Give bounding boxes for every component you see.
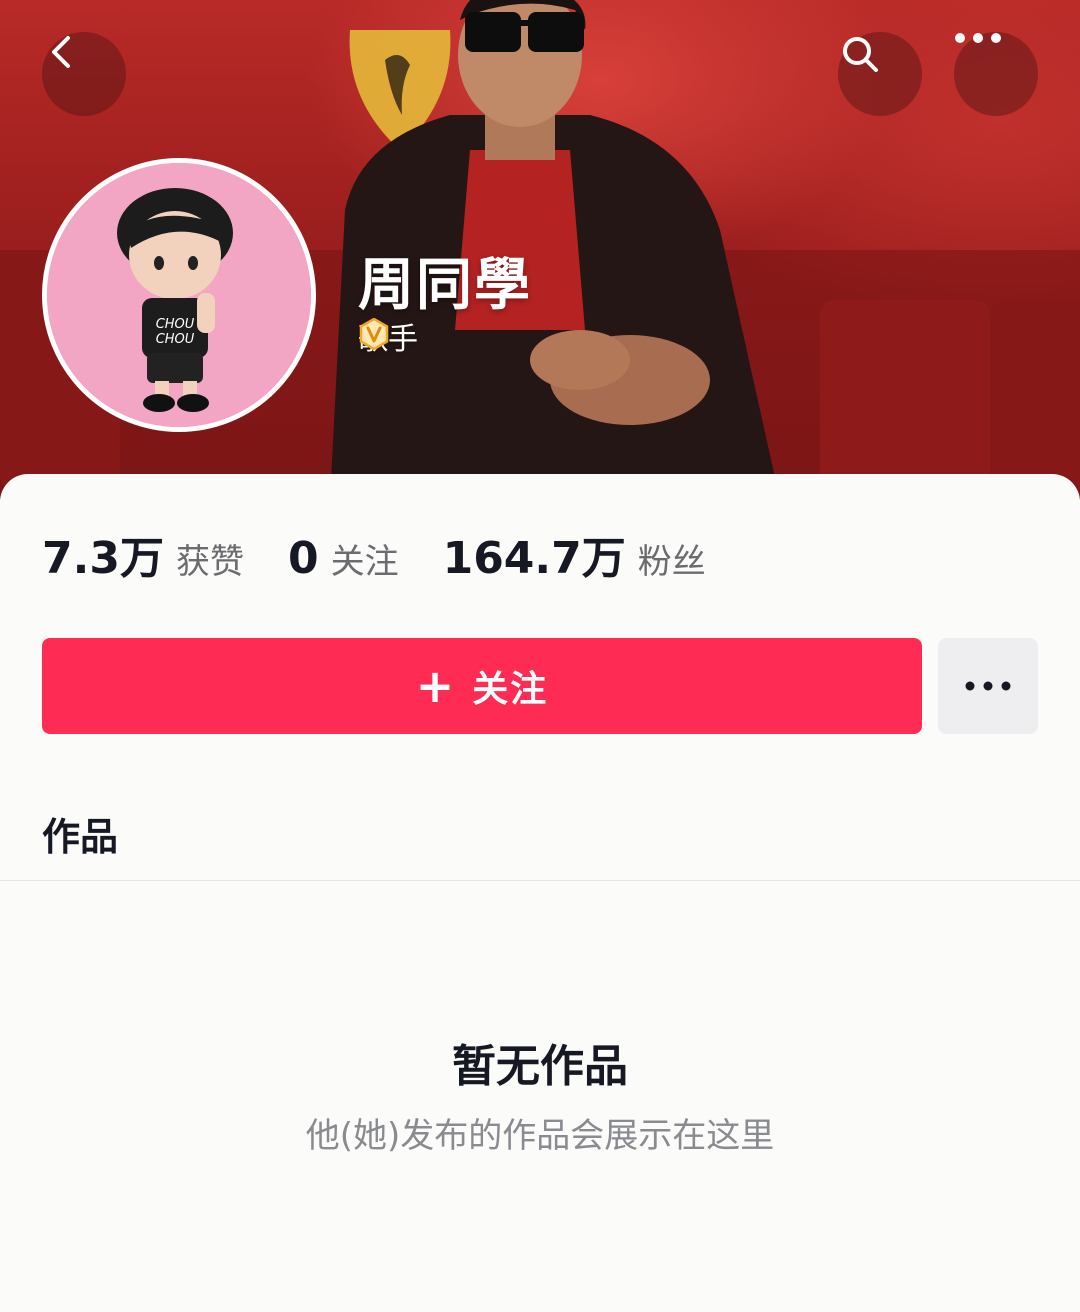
stat-following[interactable]: 0 关注 <box>288 533 399 584</box>
stat-following-number: 0 <box>287 533 319 584</box>
search-button[interactable] <box>838 32 922 116</box>
profile-content-sheet: 7.3万 获赞 0 关注 164.7万 粉丝 + 关注 作品 暂无作品 他(她)… <box>0 474 1080 1312</box>
stat-followers-number: 164.7万 <box>442 533 626 584</box>
chevron-left-icon <box>52 36 70 68</box>
avatar-figure-image: CHOU CHOU <box>47 163 311 427</box>
svg-text:CHOU: CHOU <box>156 332 195 347</box>
stat-likes-number: 7.3万 <box>42 533 164 584</box>
verified-v-badge-icon <box>359 318 389 350</box>
back-button[interactable] <box>42 32 126 116</box>
profile-username: 周同學 <box>358 253 532 318</box>
stat-followers[interactable]: 164.7万 粉丝 <box>443 522 706 586</box>
tab-divider <box>0 880 1080 881</box>
more-horizontal-icon <box>955 33 1001 43</box>
follow-button-label: 关注 <box>472 669 549 710</box>
profile-page: CHOU CHOU 周同學 歌手 <box>0 0 1080 1312</box>
empty-state-title: 暂无作品 <box>452 1041 628 1092</box>
avatar[interactable]: CHOU CHOU <box>42 158 316 432</box>
more-horizontal-icon <box>965 681 1011 691</box>
search-icon <box>843 37 878 72</box>
stat-following-label: 关注 <box>330 542 399 582</box>
empty-state-subtitle: 他(她)发布的作品会展示在这里 <box>305 1116 775 1156</box>
profile-banner: CHOU CHOU 周同學 歌手 <box>0 0 1080 500</box>
stat-followers-label: 粉丝 <box>637 542 706 582</box>
tab-works[interactable]: 作品 <box>42 806 118 861</box>
follow-button[interactable]: + 关注 <box>42 638 922 734</box>
verified-badge-row: 歌手 <box>358 318 418 357</box>
profile-stats: 7.3万 获赞 0 关注 164.7万 粉丝 <box>42 522 750 584</box>
plus-icon: + <box>415 659 455 713</box>
more-actions-button[interactable] <box>938 638 1038 734</box>
stat-likes-label: 获赞 <box>175 542 244 582</box>
stat-likes: 7.3万 获赞 <box>42 522 244 586</box>
svg-text:CHOU: CHOU <box>156 317 195 332</box>
more-options-button[interactable] <box>954 32 1038 116</box>
